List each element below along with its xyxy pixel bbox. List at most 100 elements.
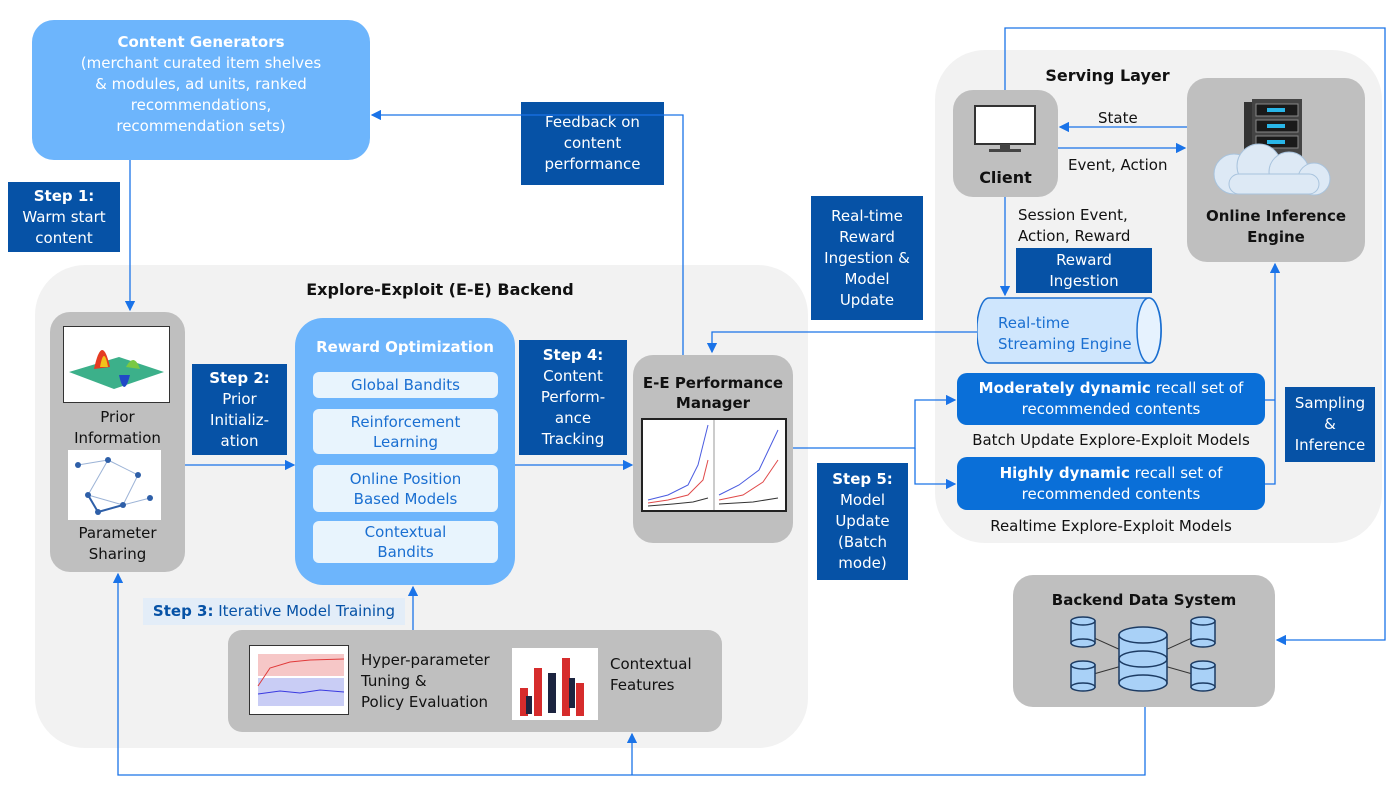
step3-label: Step 3: Iterative Model Training [143,598,405,625]
sampling-text: & [1324,415,1336,433]
recall-text: recall set of [1129,463,1223,482]
step4-title: Step 4: [542,346,604,364]
reward-optimization-title: Reward Optimization [316,338,494,356]
step5-text: (Batch [838,533,887,551]
step4-box: Step 4: Content Perform- ance Tracking [519,340,627,455]
highly-dynamic-recall-box: Highly dynamic recall set of recommended… [957,457,1265,510]
step1-box: Step 1: Warm start content [8,182,120,252]
step4-text: Tracking [541,430,605,448]
step3-title: Step 3: [152,602,214,620]
recall-text: recall set of [1150,379,1244,397]
prior-box: Prior Information Parameter Sharing [50,312,185,572]
step5-text: mode) [838,554,887,572]
recall-bold: Highly dynamic [999,463,1130,482]
database-cluster-icon [1070,616,1216,692]
engine-text: Engine [1247,228,1305,246]
engine-label: Online Inference Engine [1187,206,1365,248]
contextual-text: Features [610,676,675,694]
monitor-icon [974,105,1036,152]
cg-line: recommendations, [130,96,272,114]
step2-box: Step 2: Prior Initializ- ation [192,364,287,455]
step5-box: Step 5: Model Update (Batch mode) [817,463,908,580]
recall-text: recommended contents [1021,400,1201,418]
content-generators-box: Content Generators (merchant curated ite… [32,20,370,160]
step3-text: Iterative Model Training [218,602,396,620]
client-label: Client [979,168,1032,187]
step2-text: Initializ- [210,410,269,429]
recall-text: recommended contents [1021,484,1201,503]
step2-title: Step 2: [209,368,270,387]
surface-plot-image [63,326,170,403]
rr-text: Real-time [831,206,903,225]
rr-text: Reward [839,227,895,246]
feedback-text: performance [544,155,641,173]
item-label: Bandits [377,543,434,561]
session-text: Action, Reward [1018,227,1131,245]
global-bandits-item: Global Bandits [313,372,498,398]
online-inference-engine-box: Online Inference Engine [1187,78,1365,262]
prior-text: Parameter [78,524,157,542]
streaming-text: Real-time [998,314,1070,332]
pm-title-line: E-E Performance [642,374,784,392]
feedback-text: Feedback on [545,113,640,131]
training-curve-image [249,645,349,715]
sampling-text: Inference [1294,436,1366,454]
step2-text: ation [220,431,259,450]
contextual-features-label: Contextual Features [610,654,692,696]
ee-performance-manager-box: E-E Performance Manager [633,355,793,543]
contextual-text: Contextual [610,655,692,673]
cloud-server-icon [1213,99,1331,196]
reward-ingestion-box: Reward Ingestion [1016,248,1152,293]
contextual-bandits-item: Contextual Bandits [313,521,498,563]
step5-title: Step 5: [832,470,893,488]
state-label: State [1098,109,1138,127]
cg-line: & modules, ad units, ranked [95,75,307,93]
backend-data-title: Backend Data System [1051,591,1237,609]
ri-text: Ingestion [1049,271,1119,290]
ri-text: Reward [1056,250,1112,269]
training-box: Hyper-parameter Tuning & Policy Evaluati… [228,630,722,732]
bar3d-chart-image [512,648,598,720]
hyper-text: Hyper-parameter [361,651,490,669]
pm-title-line: Manager [675,394,751,412]
item-label: Contextual [364,523,447,541]
prior-text: Information [74,429,161,447]
sampling-text: Sampling [1294,394,1366,412]
feedback-box: Feedback on content performance [521,102,664,185]
item-label: Online Position [349,469,462,488]
step5-text: Model [839,491,886,509]
step4-text: Perform- [540,388,606,406]
step2-text: Prior [222,389,257,408]
rr-text: Ingestion & [824,248,910,267]
hyper-text: Policy Evaluation [361,693,489,711]
client-box: Client [953,90,1058,197]
reinforcement-learning-item: Reinforcement Learning [313,409,498,454]
prior-text: Prior [100,408,135,426]
prior-text: Sharing [88,545,147,563]
prior-information-label: Prior Information [50,407,185,449]
step1-title: Step 1: [33,186,95,205]
event-action-label: Event, Action [1068,156,1168,174]
step4-text: Content [543,367,603,385]
online-position-based-models-item: Online Position Based Models [313,465,498,512]
streaming-text: Streaming Engine [998,335,1132,353]
parameter-sharing-label: Parameter Sharing [50,523,185,565]
realtime-reward-box: Real-time Reward Ingestion & Model Updat… [811,196,923,320]
hyper-text: Tuning & [361,672,427,690]
streaming-engine-cylinder: Real-time Streaming Engine [977,297,1162,364]
step4-text: ance [554,409,592,427]
sampling-inference-box: Sampling & Inference [1285,387,1375,462]
cg-line: (merchant curated item shelves [80,54,322,72]
performance-chart-image [641,418,787,512]
hyperparameter-label: Hyper-parameter Tuning & Policy Evaluati… [361,650,490,713]
step1-text: Warm start [22,207,106,226]
cg-line: recommendation sets) [116,117,286,135]
content-generators-title: Content Generators [117,33,285,51]
moderately-dynamic-recall-box: Moderately dynamic recall set of recomme… [957,373,1265,425]
reward-optimization-box: Reward Optimization Global Bandits Reinf… [295,318,515,585]
performance-manager-title: E-E Performance Manager [633,373,793,413]
recall-bold: Moderately dynamic [978,379,1151,397]
session-text: Session Event, [1018,206,1128,224]
session-event-label: Session Event, Action, Reward [1018,205,1130,247]
step5-text: Update [835,512,890,530]
